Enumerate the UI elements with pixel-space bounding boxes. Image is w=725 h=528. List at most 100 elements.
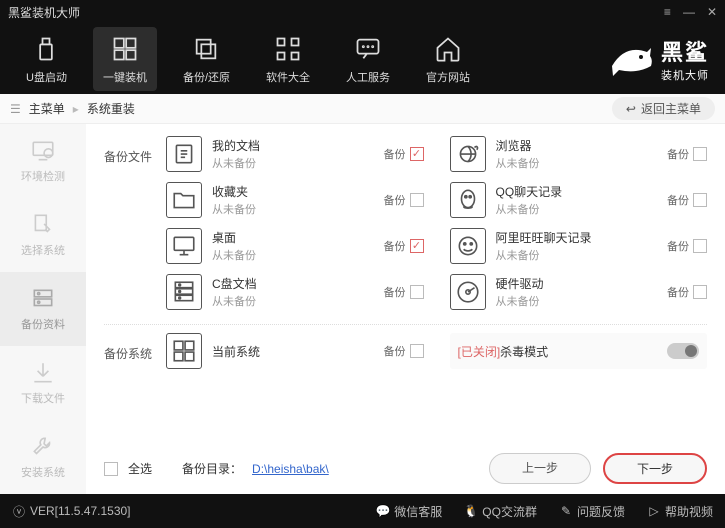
kill-mode-row: [已关闭] 杀毒模式 [450, 333, 708, 369]
sidebar-item-install[interactable]: 安装系统 [0, 420, 86, 494]
backup-item: 桌面从未备份 备份 [166, 228, 424, 264]
list-icon: ☰ [10, 102, 21, 116]
chat-icon [352, 33, 384, 65]
sidebar-item-sys[interactable]: 选择系统 [0, 198, 86, 272]
backup-checkbox[interactable] [693, 193, 707, 207]
backup-label: 备份 [384, 343, 406, 359]
backup-item: 当前系统 备份 [166, 333, 424, 369]
top-nav: U盘启动 一键装机 备份/还原 软件大全 人工服务 官方网站 黑鲨 装机大师 [0, 24, 725, 94]
return-button[interactable]: ↩ 返回主菜单 [612, 97, 715, 120]
item-sub: 从未备份 [496, 155, 658, 171]
item-name: C盘文档 [212, 275, 374, 292]
sidebar-item-data[interactable]: 备份资料 [0, 272, 86, 346]
usb-icon [30, 33, 62, 65]
version-label: ⓥVER[11.5.47.1530] [12, 504, 131, 518]
backup-dir-link[interactable]: D:\heisha\bak\ [252, 462, 329, 476]
kill-status: [已关闭] [458, 343, 501, 360]
item-sub: 从未备份 [496, 247, 658, 263]
backup-label: 备份 [384, 146, 406, 162]
nav-site[interactable]: 官方网站 [416, 27, 480, 91]
win-icon [166, 333, 202, 369]
hdd-icon [450, 274, 486, 310]
wechat-icon: 💬 [376, 504, 390, 518]
nav-usb[interactable]: U盘启动 [16, 27, 77, 91]
crumb-root[interactable]: 主菜单 [29, 100, 65, 117]
return-icon: ↩ [626, 102, 636, 116]
brand: 黑鲨 装机大师 [607, 35, 709, 83]
item-name: 硬件驱动 [496, 275, 658, 292]
backup-item: 我的文档从未备份 备份 [166, 136, 424, 172]
backup-dir-label: 备份目录： [182, 460, 242, 477]
backup-item: 浏览器从未备份 备份 [450, 136, 708, 172]
help-link[interactable]: ▷帮助视频 [647, 503, 713, 520]
qq-icon [450, 182, 486, 218]
item-sub: 从未备份 [496, 293, 658, 309]
item-sub: 从未备份 [212, 247, 374, 263]
kill-label: 杀毒模式 [500, 343, 548, 360]
backup-label: 备份 [384, 284, 406, 300]
backup-checkbox[interactable] [410, 285, 424, 299]
sidebar-item-dl[interactable]: 下载文件 [0, 346, 86, 420]
statusbar: ⓥVER[11.5.47.1530] 💬微信客服 🐧QQ交流群 ✎问题反馈 ▷帮… [0, 494, 725, 528]
backup-item: QQ聊天记录从未备份 备份 [450, 182, 708, 218]
backup-label: 备份 [667, 192, 689, 208]
item-sub: 从未备份 [212, 201, 374, 217]
feedback-link[interactable]: ✎问题反馈 [559, 503, 625, 520]
backup-label: 备份 [667, 284, 689, 300]
backup-item: 硬件驱动从未备份 备份 [450, 274, 708, 310]
backup-label: 备份 [667, 238, 689, 254]
backup-label: 备份 [667, 146, 689, 162]
section-system-label: 备份系统 [104, 333, 166, 362]
backup-item: C盘文档从未备份 备份 [166, 274, 424, 310]
nav-service[interactable]: 人工服务 [336, 27, 400, 91]
windows-icon [109, 33, 141, 65]
backup-checkbox[interactable] [410, 193, 424, 207]
window-title: 黑鲨装机大师 [8, 4, 664, 21]
kill-toggle[interactable] [667, 343, 699, 359]
footer-row: 全选 备份目录： D:\heisha\bak\ 上一步 下一步 [104, 443, 707, 494]
next-button[interactable]: 下一步 [603, 453, 707, 484]
nav-onekey[interactable]: 一键装机 [93, 27, 157, 91]
backup-checkbox[interactable] [410, 147, 424, 161]
item-name: 桌面 [212, 229, 374, 246]
copy-icon [190, 33, 222, 65]
nav-backup[interactable]: 备份/还原 [173, 27, 240, 91]
backup-checkbox[interactable] [693, 147, 707, 161]
chevron-down-icon: ⓥ [12, 504, 26, 518]
shark-icon [607, 38, 655, 81]
folder-icon [166, 182, 202, 218]
sidebar-item-env[interactable]: 环境检测 [0, 124, 86, 198]
close-icon[interactable]: ✕ [707, 5, 717, 19]
item-name: 浏览器 [496, 137, 658, 154]
item-name: QQ聊天记录 [496, 183, 658, 200]
home-icon [432, 33, 464, 65]
doc-icon [166, 136, 202, 172]
backup-item: 阿里旺旺聊天记录从未备份 备份 [450, 228, 708, 264]
item-name: 我的文档 [212, 137, 374, 154]
minimize-icon[interactable]: — [683, 5, 695, 19]
backup-checkbox[interactable] [693, 285, 707, 299]
prev-button[interactable]: 上一步 [489, 453, 591, 484]
ww-icon [450, 228, 486, 264]
item-sub: 从未备份 [496, 201, 658, 217]
main-panel: 备份文件 我的文档从未备份 备份 浏览器从未备份 备份 收藏夹从未备份 备份 Q… [86, 124, 725, 494]
crumb-current: 系统重装 [87, 100, 135, 117]
wechat-link[interactable]: 💬微信客服 [376, 503, 442, 520]
nav-software[interactable]: 软件大全 [256, 27, 320, 91]
qq-icon: 🐧 [464, 504, 478, 518]
menu-icon[interactable]: ≡ [664, 5, 671, 19]
item-name: 收藏夹 [212, 183, 374, 200]
help-icon: ▷ [647, 504, 661, 518]
backup-checkbox[interactable] [410, 239, 424, 253]
desktop-icon [166, 228, 202, 264]
backup-checkbox[interactable] [410, 344, 424, 358]
backup-item: 收藏夹从未备份 备份 [166, 182, 424, 218]
item-sub: 从未备份 [212, 293, 374, 309]
item-name: 当前系统 [212, 343, 374, 360]
breadcrumb: ☰ 主菜单 ▸ 系统重装 ↩ 返回主菜单 [0, 94, 725, 124]
qq-link[interactable]: 🐧QQ交流群 [464, 503, 537, 520]
section-files-label: 备份文件 [104, 136, 166, 165]
titlebar: 黑鲨装机大师 ≡ — ✕ [0, 0, 725, 24]
selectall-checkbox[interactable] [104, 462, 118, 476]
backup-checkbox[interactable] [693, 239, 707, 253]
